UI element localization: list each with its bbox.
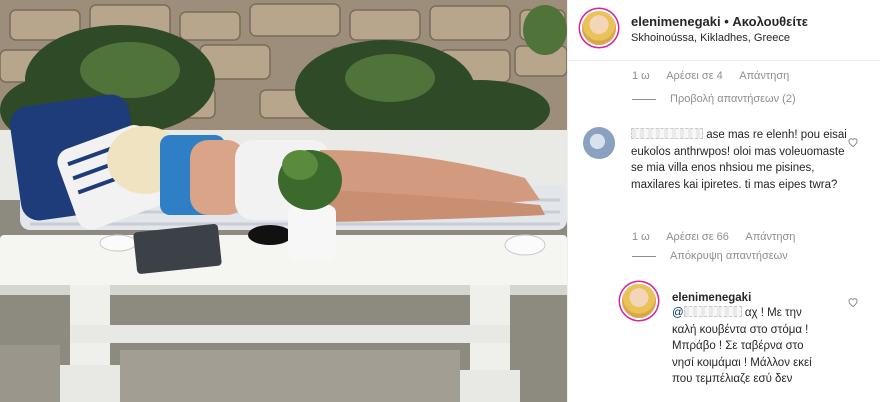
- redacted-username[interactable]: [631, 128, 703, 139]
- reply-link[interactable]: Απάντηση: [739, 70, 789, 82]
- comment-likes[interactable]: Αρέσει σε 66: [666, 231, 729, 243]
- comment-body: ase mas re elenh! pou eisai eukolos anth…: [631, 127, 851, 193]
- header-divider: [568, 60, 880, 61]
- replies-line: [632, 255, 656, 257]
- reply-username[interactable]: elenimenegaki: [672, 292, 751, 304]
- reply-link[interactable]: Απάντηση: [745, 231, 795, 243]
- previous-comment-meta: 1 ω Αρέσει σε 4 Απάντηση: [632, 70, 803, 82]
- commenter-avatar[interactable]: [583, 127, 615, 159]
- comment-time: 1 ω: [632, 231, 650, 243]
- replies-line: [632, 98, 656, 100]
- author-avatar[interactable]: [582, 11, 616, 45]
- post-photo-image: [0, 0, 567, 402]
- post-header: elenimenegaki • Ακολουθείτε Skhoinoússa,…: [568, 0, 880, 60]
- reply-avatar[interactable]: [622, 284, 656, 318]
- heart-icon[interactable]: [847, 296, 859, 308]
- post-photo[interactable]: [0, 0, 567, 402]
- hide-replies-label: Απόκρυψη απαντήσεων: [670, 250, 788, 262]
- author-username[interactable]: elenimenegaki: [631, 14, 721, 29]
- heart-icon[interactable]: [847, 136, 859, 148]
- redacted-mention: [683, 306, 742, 317]
- view-replies-label: Προβολή απαντήσεων (2): [670, 93, 796, 105]
- mention-at: @: [672, 307, 684, 319]
- hide-replies-button[interactable]: Απόκρυψη απαντήσεων: [632, 250, 788, 262]
- comment-time: 1 ω: [632, 70, 650, 82]
- header-separator: •: [724, 14, 729, 29]
- reply-body: @ αχ ! Με την καλή κουβέντα στο στόμα ! …: [672, 305, 812, 388]
- view-replies-button[interactable]: Προβολή απαντήσεων (2): [632, 93, 796, 105]
- comment-likes[interactable]: Αρέσει σε 4: [666, 70, 723, 82]
- follow-status[interactable]: Ακολουθείτε: [732, 14, 808, 29]
- comments-panel: elenimenegaki • Ακολουθείτε Skhoinoússa,…: [567, 0, 880, 402]
- mention-link[interactable]: @: [672, 306, 742, 319]
- post-location[interactable]: Skhoinoússa, Kikladhes, Greece: [631, 32, 790, 44]
- comment-meta: 1 ω Αρέσει σε 66 Απάντηση: [632, 231, 809, 243]
- header-user-line: elenimenegaki • Ακολουθείτε: [631, 14, 808, 29]
